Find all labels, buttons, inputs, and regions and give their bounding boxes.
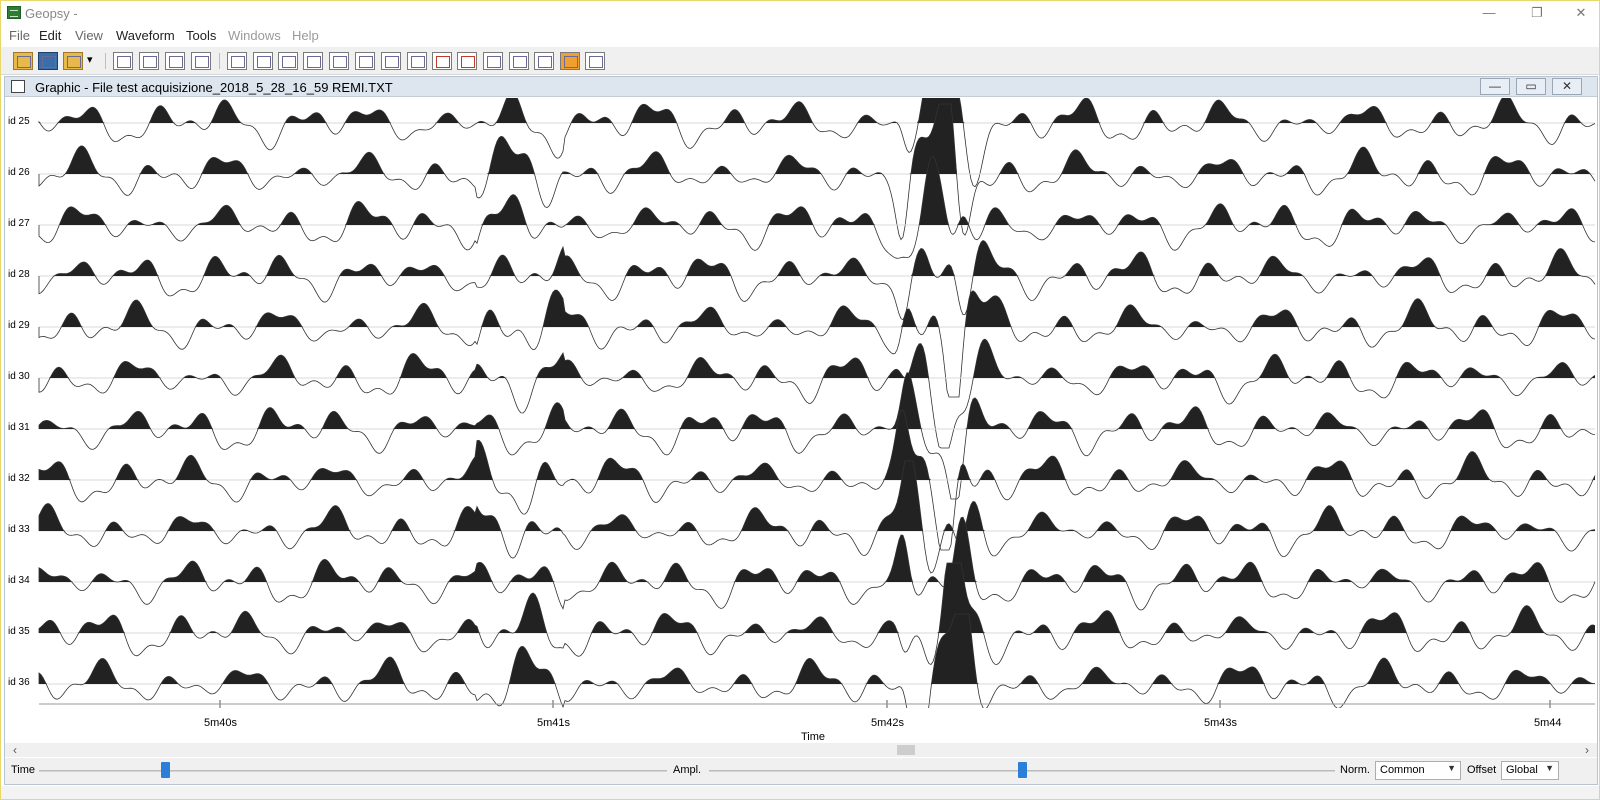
red-tool-b-icon[interactable] <box>457 52 477 70</box>
scroll-right-icon[interactable]: › <box>1585 743 1589 757</box>
trace-waveform <box>38 338 1596 449</box>
offset-select[interactable]: Global ▼ <box>1501 761 1559 780</box>
window-bottom-edge <box>1 786 1599 799</box>
subwindow-close-button[interactable]: ✕ <box>1552 78 1582 95</box>
settings-icon[interactable] <box>509 52 529 70</box>
menu-view[interactable]: View <box>75 28 103 43</box>
zoom-icon[interactable] <box>253 52 273 70</box>
offset-label: Offset <box>1467 764 1497 776</box>
wave-icon[interactable] <box>381 52 401 70</box>
map-icon[interactable] <box>165 52 185 70</box>
trace-label: id 26 <box>8 167 30 178</box>
trace-label: id 34 <box>8 575 30 586</box>
red-tool-a-icon[interactable] <box>432 52 452 70</box>
menu-tools[interactable]: Tools <box>186 28 216 43</box>
tool-b-icon[interactable] <box>329 52 349 70</box>
norm-select[interactable]: Common ▼ <box>1375 761 1461 780</box>
time-tick-label: 5m41s <box>537 717 571 729</box>
spectrum-icon[interactable] <box>355 52 375 70</box>
window-title: Geopsy - <box>25 6 78 21</box>
chevron-down-icon: ▼ <box>1447 763 1456 773</box>
geopsy-window: Geopsy - — ❐ ✕ File Edit View Waveform Tools… <box>0 0 1600 800</box>
amplitude-slider-handle[interactable] <box>1018 762 1027 778</box>
time-label: Time <box>11 764 36 776</box>
trace-label: id 32 <box>8 473 30 484</box>
pick-icon[interactable] <box>227 52 247 70</box>
toolbar-separator <box>105 53 106 69</box>
subwindow-minimize-button[interactable]: — <box>1480 78 1510 95</box>
menu-windows[interactable]: Windows <box>228 28 281 43</box>
trace-label: id 35 <box>8 626 30 637</box>
trace-fill <box>39 68 1595 123</box>
offset-value: Global <box>1506 764 1538 776</box>
close-button[interactable]: ✕ <box>1567 4 1595 22</box>
norm-value: Common <box>1380 764 1425 776</box>
graphic-subwindow: Graphic - File test acquisizione_2018_5_… <box>4 67 1598 785</box>
open-icon[interactable] <box>13 52 33 70</box>
time-tick-label: 5m43s <box>1204 717 1238 729</box>
toolbar: ▾ <box>1 47 1599 75</box>
trace-label: id 29 <box>8 320 30 331</box>
chevron-down-icon: ▼ <box>1545 763 1554 773</box>
load-menu-icon[interactable] <box>63 52 83 70</box>
list-icon[interactable] <box>534 52 554 70</box>
restore-button[interactable]: ❐ <box>1523 4 1551 22</box>
menu-edit[interactable]: Edit <box>39 28 61 43</box>
time-tick-label: 5m40s <box>204 717 238 729</box>
trace-waveform <box>38 289 1596 398</box>
trace-label: id 25 <box>8 116 30 127</box>
time-axis-label: Time <box>801 731 826 743</box>
menu-file[interactable]: File <box>9 28 30 43</box>
load-dropdown-icon[interactable]: ▾ <box>87 53 93 66</box>
save-icon[interactable] <box>38 52 58 70</box>
graphic-window-icon <box>11 80 25 93</box>
trace-waveform <box>38 460 1596 574</box>
trace-fill <box>39 563 1595 633</box>
orange-tool-icon[interactable] <box>560 52 580 70</box>
trace-fill <box>39 290 1595 327</box>
subwindow-maximize-button[interactable]: ▭ <box>1516 78 1546 95</box>
trace-fill <box>39 372 1595 429</box>
trace-label: id 33 <box>8 524 30 535</box>
waveform-canvas[interactable] <box>5 67 1597 755</box>
scroll-left-icon[interactable]: ‹ <box>13 743 17 757</box>
time-slider-track[interactable] <box>39 770 667 772</box>
scrollbar-thumb[interactable] <box>897 745 915 755</box>
chart-icon[interactable] <box>191 52 211 70</box>
trace-label: id 27 <box>8 218 30 229</box>
amplitude-label: Ampl. <box>673 764 702 776</box>
toolbar-separator <box>219 53 220 69</box>
time-tick-label: 5m44 <box>1534 717 1562 729</box>
grid-icon[interactable] <box>483 52 503 70</box>
menu-bar: File Edit View Waveform Tools Windows Help <box>1 25 1599 47</box>
time-tick-label: 5m42s <box>871 717 905 729</box>
waveform-plot[interactable] <box>5 67 1597 755</box>
table-icon[interactable] <box>113 52 133 70</box>
trace-label: id 30 <box>8 371 30 382</box>
time-slider-handle[interactable] <box>160 762 170 778</box>
subwindow-title: Graphic - File test acquisizione_2018_5_… <box>35 80 393 95</box>
filter-icon[interactable] <box>407 52 427 70</box>
tool-a-icon[interactable] <box>303 52 323 70</box>
geopsy-app-icon <box>7 6 21 19</box>
norm-label: Norm. <box>1340 764 1370 776</box>
graphic-icon[interactable] <box>139 52 159 70</box>
subwindow-title-bar: Graphic - File test acquisizione_2018_5_… <box>5 77 1597 97</box>
select-icon[interactable] <box>278 52 298 70</box>
status-bar: Time Ampl. Norm. Common ▼ Offset Global … <box>5 758 1597 784</box>
trace-label: id 28 <box>8 269 30 280</box>
menu-help[interactable]: Help <box>292 28 319 43</box>
minimize-button[interactable]: — <box>1475 4 1503 22</box>
trace-label: id 36 <box>8 677 30 688</box>
trace-fill <box>39 339 1595 378</box>
trace-fill <box>39 240 1595 276</box>
title-bar: Geopsy - — ❐ ✕ <box>1 1 1599 25</box>
trace-label: id 31 <box>8 422 30 433</box>
trace-waveform <box>38 240 1596 321</box>
export-icon[interactable] <box>585 52 605 70</box>
horizontal-scrollbar[interactable]: ‹ › <box>5 743 1597 757</box>
menu-waveform[interactable]: Waveform <box>116 28 175 43</box>
